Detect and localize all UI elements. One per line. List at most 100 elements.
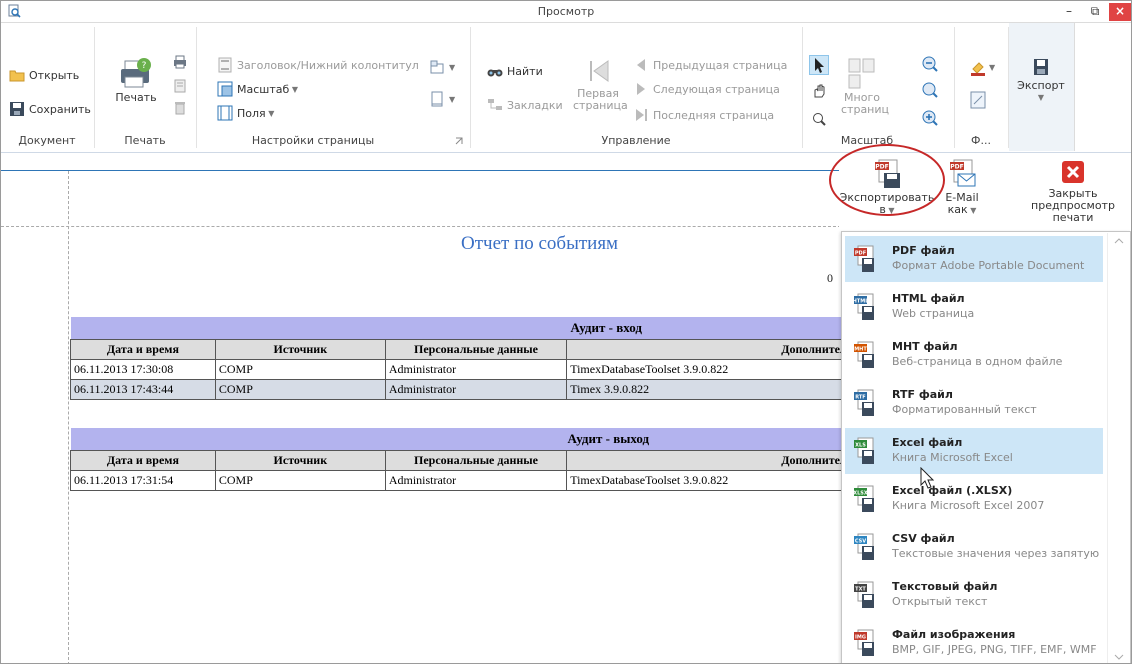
file-format-icon: MHT <box>854 341 874 368</box>
export-format-title: HTML файл <box>892 292 965 305</box>
email-as-button[interactable]: PDF E-Mail как ▼ <box>943 159 981 217</box>
orientation-button[interactable]: ▼ <box>429 59 455 75</box>
quick-print-icon[interactable] <box>173 55 187 69</box>
scroll-up-icon[interactable] <box>1114 237 1124 245</box>
maximize-button[interactable]: ⧉ <box>1083 3 1107 21</box>
close-preview-button[interactable]: Закрыть предпросмотр печати <box>1013 159 1131 224</box>
table-cell: Timex 3.9.0.822 <box>566 378 870 400</box>
export-format-item[interactable]: IMG Файл изображения BMP, GIF, JPEG, PNG, … <box>845 620 1103 663</box>
export-format-menu[interactable]: PDF PDF файл Формат Adobe Portable Documen… <box>841 231 1131 663</box>
export-format-description: Текстовые значения через запятую <box>892 547 1100 560</box>
close-window-button[interactable]: × <box>1109 3 1131 21</box>
header-footer-label: Заголовок/Нижний колонтитул <box>237 58 419 72</box>
export-format-item[interactable]: CSV CSV файл Текстовые значения через запя… <box>845 524 1103 570</box>
group-zoom: Много страниц Масштаб <box>803 23 953 151</box>
last-page-label: Последняя страница <box>653 108 775 122</box>
export-button[interactable]: Экспорт ▼ <box>1013 57 1069 104</box>
prev-page-button[interactable]: Предыдущая страница <box>633 57 787 73</box>
bookmarks-label: Закладки <box>507 98 563 112</box>
file-format-icon: IMG <box>854 629 874 656</box>
file-format-icon: CSV <box>854 533 874 560</box>
preview-window: Просмотр – ⧉ × Открыть Сохранить Докумен… <box>0 0 1132 664</box>
ribbon: Открыть Сохранить Документ ? Печать Печа… <box>1 23 1131 153</box>
minimize-button[interactable]: – <box>1057 3 1081 21</box>
margin-guide-vertical <box>68 171 69 663</box>
chevron-down-icon: ▼ <box>265 108 275 118</box>
document-top-rule <box>1 170 841 171</box>
print-label: Печать <box>115 91 157 104</box>
svg-text:MHT: MHT <box>854 346 867 352</box>
table-cell: Administrator <box>384 378 568 400</box>
header-footer-button[interactable]: Заголовок/Нижний колонтитул <box>217 57 419 73</box>
export-format-description: Web страница <box>892 307 975 320</box>
menu-scrollbar[interactable] <box>1107 233 1129 663</box>
export-format-item[interactable]: HTML HTML файл Web страница <box>845 284 1103 330</box>
svg-text:CSV: CSV <box>855 538 866 544</box>
audit-login-table: Аудит - вход Дата и время Источник Персо… <box>70 317 870 400</box>
export-format-item[interactable]: XLS Excel файл Книга Microsoft Excel <box>845 428 1103 474</box>
group-label-page-setup: Настройки страницы <box>251 134 375 147</box>
paper-size-button[interactable]: ▼ <box>429 91 455 107</box>
zoom-icon[interactable] <box>921 81 939 99</box>
export-format-title: CSV файл <box>892 532 955 545</box>
table-cell: Administrator <box>384 469 568 491</box>
column-header: Персональные данные <box>384 449 568 471</box>
column-header: Источник <box>214 449 386 471</box>
many-pages-label-2: страниц <box>841 103 890 116</box>
printer-icon: ? <box>121 58 151 88</box>
page-color-icon[interactable] <box>969 59 987 77</box>
svg-text:PDF: PDF <box>855 250 866 256</box>
header-footer-icon <box>218 57 232 73</box>
scale-icon <box>217 81 233 97</box>
file-format-icon: XLS <box>854 437 874 464</box>
export-format-item[interactable]: PDF PDF файл Формат Adobe Portable Documen… <box>845 236 1103 282</box>
document-preview: Отчет по событиям 0 Аудит - вход Дата и … <box>1 153 870 663</box>
export-format-title: Файл изображения <box>892 628 1016 641</box>
zoom-in-icon[interactable] <box>921 109 939 127</box>
table-row: 06.11.2013 17:30:08 COMP Administrator T… <box>70 358 870 380</box>
export-format-item[interactable]: RTF RTF файл Форматированный текст <box>845 380 1103 426</box>
last-page-icon <box>636 109 647 121</box>
export-format-description: Открытый текст <box>892 595 988 608</box>
first-page-button[interactable]: Первая страница <box>573 57 628 112</box>
first-page-icon <box>590 60 609 82</box>
first-page-label-2: страница <box>573 99 628 112</box>
export-format-item[interactable]: TXT Текстовый файл Открытый текст <box>845 572 1103 618</box>
group-export: Экспорт ▼ <box>1009 23 1075 151</box>
margins-icon <box>217 105 233 121</box>
chevron-down-icon: ▼ <box>1037 93 1045 102</box>
pointer-tool-button[interactable] <box>809 55 829 75</box>
export-format-title: Текстовый файл <box>892 580 998 593</box>
watermark-icon[interactable] <box>969 91 987 109</box>
find-button[interactable]: Найти <box>487 63 543 79</box>
file-format-icon: TXT <box>854 581 874 608</box>
export-format-item[interactable]: XLSX Excel файл (.XLSX) Книга Microsoft Ex… <box>845 476 1103 522</box>
scale-button[interactable]: Масштаб ▼ <box>217 81 298 97</box>
last-page-button[interactable]: Последняя страница <box>633 107 774 123</box>
bookmarks-button[interactable]: Закладки <box>487 97 563 113</box>
group-print: ? Печать Печать <box>95 23 195 151</box>
group-page-setup: Заголовок/Нижний колонтитул Масштаб ▼ По… <box>197 23 469 151</box>
file-format-icon: RTF <box>854 389 874 416</box>
magnifier-tool-icon[interactable] <box>811 111 827 127</box>
margin-guide-horizontal <box>1 226 841 227</box>
pointer-icon <box>815 58 824 73</box>
export-label: Экспорт <box>1017 79 1065 92</box>
next-page-button[interactable]: Следующая страница <box>633 81 780 97</box>
file-format-icon: HTML <box>853 293 874 320</box>
hand-tool-icon[interactable] <box>811 83 827 99</box>
find-label: Найти <box>507 64 543 78</box>
open-button[interactable]: Открыть <box>9 67 79 83</box>
export-format-item[interactable]: MHT MHT файл Веб-страница в одном файле <box>845 332 1103 378</box>
dialog-launcher-icon[interactable] <box>455 137 463 145</box>
pdf-email-icon: PDF <box>950 159 976 187</box>
many-pages-icon <box>848 58 875 89</box>
file-format-icon: XLSX <box>853 485 874 512</box>
print-button[interactable]: ? Печать <box>111 57 161 104</box>
save-button[interactable]: Сохранить <box>9 101 91 117</box>
zoom-out-icon[interactable] <box>921 55 939 73</box>
scroll-down-icon[interactable] <box>1114 653 1124 661</box>
table-cell: COMP <box>214 378 386 400</box>
margins-button[interactable]: Поля ▼ <box>217 105 274 121</box>
many-pages-button[interactable]: Много страниц <box>841 57 890 116</box>
